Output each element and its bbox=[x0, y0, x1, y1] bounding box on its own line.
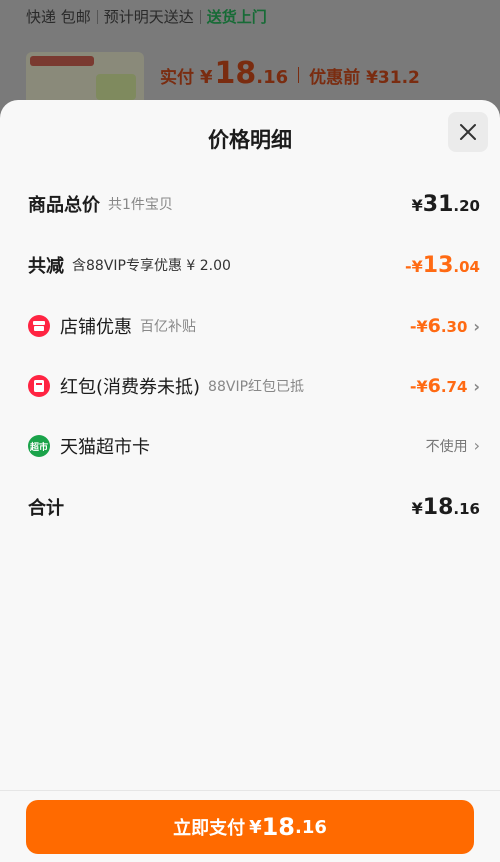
tmall-supermarket-icon: 超市 bbox=[28, 435, 50, 457]
chevron-right-icon: › bbox=[473, 377, 480, 396]
pay-now-button[interactable]: 立即支付 ¥ 18 .16 bbox=[26, 800, 474, 854]
shop-discount-amount: -¥ 6 .30 › bbox=[409, 315, 480, 337]
row-grand-total: 合计 ¥ 18 .16 bbox=[28, 491, 480, 523]
red-packet-sub: 88VIP红包已抵 bbox=[208, 379, 305, 395]
vip-discount-note: 含88VIP专享优惠 ¥ 2.00 bbox=[72, 258, 231, 274]
original-price: 优惠前 ¥31.2 bbox=[309, 68, 420, 88]
price-detail-sheet: 价格明细 商品总价 共1件宝贝 ¥ 31 .20 共减 含88VIP专享优惠 ¥… bbox=[0, 100, 500, 862]
supermarket-card-label: 天猫超市卡 bbox=[60, 437, 150, 458]
delivery-eta: 预计明天送达 bbox=[103, 8, 194, 26]
goods-total-amount: ¥ 31 .20 bbox=[411, 191, 480, 217]
paid-label: 实付 bbox=[160, 68, 194, 88]
divider bbox=[96, 9, 98, 24]
red-packet-icon bbox=[28, 375, 50, 397]
sheet-title: 价格明细 bbox=[208, 128, 292, 152]
chevron-right-icon: › bbox=[473, 317, 480, 336]
discount-label: 共减 bbox=[28, 256, 64, 277]
goods-total-label: 商品总价 bbox=[28, 195, 100, 216]
row-shop-discount[interactable]: 店铺优惠 百亿补贴 -¥ 6 .30 › bbox=[28, 310, 480, 342]
discount-amount: -¥ 13 .04 bbox=[405, 252, 480, 278]
close-button[interactable] bbox=[448, 112, 488, 152]
row-red-packet[interactable]: 红包(消费券未抵) 88VIP红包已抵 -¥ 6 .74 › bbox=[28, 370, 480, 402]
chevron-right-icon: › bbox=[473, 436, 480, 455]
red-packet-label: 红包(消费券未抵) bbox=[60, 377, 201, 398]
shop-discount-sub: 百亿补贴 bbox=[140, 319, 196, 335]
goods-count: 共1件宝贝 bbox=[108, 197, 173, 213]
row-goods-total: 商品总价 共1件宝贝 ¥ 31 .20 bbox=[28, 188, 480, 220]
red-packet-amount: -¥ 6 .74 › bbox=[409, 375, 480, 397]
row-supermarket-card[interactable]: 超市 天猫超市卡 不使用 › bbox=[28, 430, 480, 462]
background-price: 实付 ¥ 18 .16 优惠前 ¥31.2 bbox=[160, 56, 420, 91]
close-icon bbox=[460, 124, 476, 140]
delivery-info: 快递 包邮 预计明天送达 送货上门 bbox=[26, 6, 267, 27]
delivery-free-shipping: 快递 包邮 bbox=[26, 8, 91, 26]
footer-divider bbox=[0, 790, 500, 791]
pay-now-label: 立即支付 bbox=[173, 818, 246, 839]
shop-discount-label: 店铺优惠 bbox=[60, 317, 132, 338]
grand-total-label: 合计 bbox=[28, 498, 64, 519]
supermarket-card-value: 不使用 › bbox=[425, 436, 480, 455]
grand-total-amount: ¥ 18 .16 bbox=[411, 494, 480, 520]
divider bbox=[199, 9, 201, 24]
row-total-discount: 共减 含88VIP专享优惠 ¥ 2.00 -¥ 13 .04 bbox=[28, 249, 480, 281]
delivery-door: 送货上门 bbox=[206, 8, 267, 26]
shop-icon bbox=[28, 315, 50, 337]
